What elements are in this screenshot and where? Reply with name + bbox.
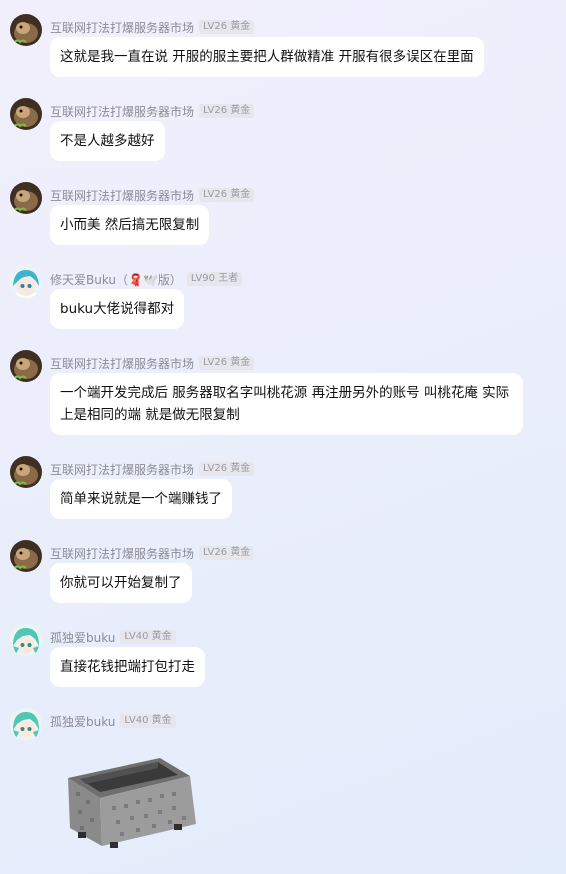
teal-hair-avatar-icon xyxy=(10,624,42,656)
avatar[interactable] xyxy=(10,182,42,214)
level-badge: LV26 黄金 xyxy=(199,462,255,476)
message-bubble[interactable]: 一个端开发完成后 服务器取名字叫桃花源 再注册另外的账号 叫桃花庵 实际上是相同… xyxy=(50,373,523,435)
teal-hair-avatar-icon xyxy=(10,708,42,740)
avatar[interactable] xyxy=(10,350,42,382)
level-badge: LV26 黄金 xyxy=(199,20,255,34)
anime-girl-avatar-icon xyxy=(10,266,42,298)
level-badge: LV90 王者 xyxy=(186,272,243,286)
message-header: 互联网打法打爆服务器市场 LV26 黄金 xyxy=(50,103,255,120)
sender-name[interactable]: 孤独爱buku xyxy=(50,629,115,646)
level-badge: LV26 黄金 xyxy=(199,188,255,202)
message-bubble[interactable]: 不是人越多越好 xyxy=(50,121,165,161)
message-bubble[interactable]: 你就可以开始复制了 xyxy=(50,563,192,603)
message-header: 互联网打法打爆服务器市场 LV26 黄金 xyxy=(50,545,255,562)
level-badge: LV26 黄金 xyxy=(199,356,255,370)
message-header: 互联网打法打爆服务器市场 LV26 黄金 xyxy=(50,19,255,36)
dog-avatar-icon xyxy=(10,98,42,130)
message-header: 修天爱Buku（🧣🕊️版） LV90 王者 xyxy=(50,271,243,288)
dog-avatar-icon xyxy=(10,182,42,214)
message-bubble[interactable]: 小而美 然后搞无限复制 xyxy=(50,205,210,245)
sender-name[interactable]: 互联网打法打爆服务器市场 xyxy=(50,103,194,120)
dog-avatar-icon xyxy=(10,350,42,382)
chat-message-list[interactable]: 互联网打法打爆服务器市场 LV26 黄金 这就是我一直在说 开服的服主要把人群做… xyxy=(0,0,566,874)
message-bubble[interactable]: 这就是我一直在说 开服的服主要把人群做精准 开服有很多误区在里面 xyxy=(50,37,484,77)
sender-name[interactable]: 互联网打法打爆服务器市场 xyxy=(50,461,194,478)
avatar[interactable] xyxy=(10,98,42,130)
message-bubble[interactable]: buku大佬说得都对 xyxy=(50,289,185,329)
sticker-image[interactable] xyxy=(50,740,210,864)
avatar[interactable] xyxy=(10,708,42,740)
level-badge: LV26 黄金 xyxy=(199,546,255,560)
avatar[interactable] xyxy=(10,14,42,46)
sender-name[interactable]: 孤独爱buku xyxy=(50,713,115,730)
message-header: 互联网打法打爆服务器市场 LV26 黄金 xyxy=(50,461,255,478)
level-badge: LV26 黄金 xyxy=(199,104,255,118)
minecart-sticker-icon xyxy=(68,758,196,848)
message-header: 互联网打法打爆服务器市场 LV26 黄金 xyxy=(50,355,255,372)
message-bubble[interactable]: 简单来说就是一个端赚钱了 xyxy=(50,479,232,519)
level-badge: LV40 黄金 xyxy=(120,630,176,644)
level-badge: LV40 黄金 xyxy=(120,714,176,728)
dog-avatar-icon xyxy=(10,14,42,46)
message-header: 孤独爱buku LV40 黄金 xyxy=(50,713,176,729)
sender-name[interactable]: 互联网打法打爆服务器市场 xyxy=(50,355,194,372)
message-header: 互联网打法打爆服务器市场 LV26 黄金 xyxy=(50,187,255,204)
dog-avatar-icon xyxy=(10,456,42,488)
sender-name[interactable]: 互联网打法打爆服务器市场 xyxy=(50,545,194,562)
sender-name[interactable]: 互联网打法打爆服务器市场 xyxy=(50,19,194,36)
message-header: 孤独爱buku LV40 黄金 xyxy=(50,629,176,645)
dog-avatar-icon xyxy=(10,540,42,572)
avatar[interactable] xyxy=(10,266,42,298)
avatar[interactable] xyxy=(10,540,42,572)
avatar[interactable] xyxy=(10,456,42,488)
sender-name[interactable]: 修天爱Buku（🧣🕊️版） xyxy=(50,271,182,288)
message-bubble[interactable]: 直接花钱把端打包打走 xyxy=(50,647,205,687)
avatar[interactable] xyxy=(10,624,42,656)
sender-name[interactable]: 互联网打法打爆服务器市场 xyxy=(50,187,194,204)
